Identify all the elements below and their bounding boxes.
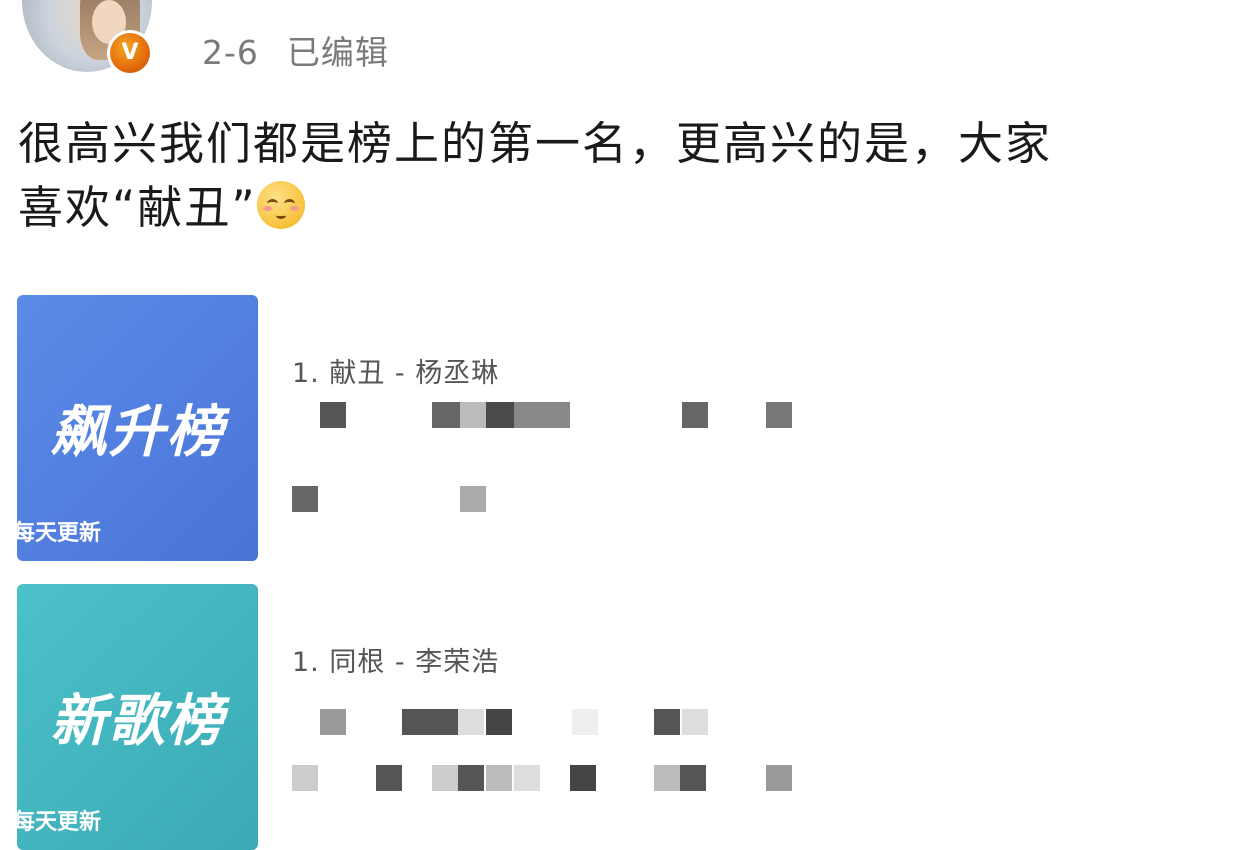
verified-badge-letter: V xyxy=(121,40,139,65)
post-header: V 2-6 已编辑 xyxy=(0,0,1246,95)
shy-smile-emoji-icon xyxy=(256,181,305,229)
chart-card-surge[interactable]: 飙升榜 每天更新 1. 献丑 - 杨丞琳 xyxy=(17,295,1246,565)
chart-thumbnail-surge[interactable]: 飙升榜 每天更新 xyxy=(17,295,258,561)
chart-card-new[interactable]: 新歌榜 每天更新 1. 同根 - 李荣浩 xyxy=(17,584,1246,850)
chart-title-surge: 飙升榜 xyxy=(50,400,225,465)
post-date: 2-6 xyxy=(202,33,259,72)
edited-label[interactable]: 已编辑 xyxy=(287,33,389,72)
post-meta: 2-6 已编辑 xyxy=(202,26,389,74)
track-title-new[interactable]: 1. 同根 - 李荣浩 xyxy=(292,640,499,679)
post-text: 很高兴我们都是榜上的第一名，更高兴的是，大家 喜欢“献丑” xyxy=(18,112,1228,240)
chart-title-new: 新歌榜 xyxy=(50,689,225,754)
verified-badge-icon: V xyxy=(107,30,153,76)
track-title-surge[interactable]: 1. 献丑 - 杨丞琳 xyxy=(292,351,499,390)
post-text-line-2: 喜欢“献丑” xyxy=(18,176,1228,240)
post-text-line-2-text: 喜欢“献丑” xyxy=(18,181,257,234)
chart-thumbnail-new[interactable]: 新歌榜 每天更新 xyxy=(17,584,258,850)
post-text-line-1: 很高兴我们都是榜上的第一名，更高兴的是，大家 xyxy=(18,117,1053,170)
chart-sub-new: 每天更新 xyxy=(17,810,102,835)
chart-sub-surge: 每天更新 xyxy=(17,521,102,546)
